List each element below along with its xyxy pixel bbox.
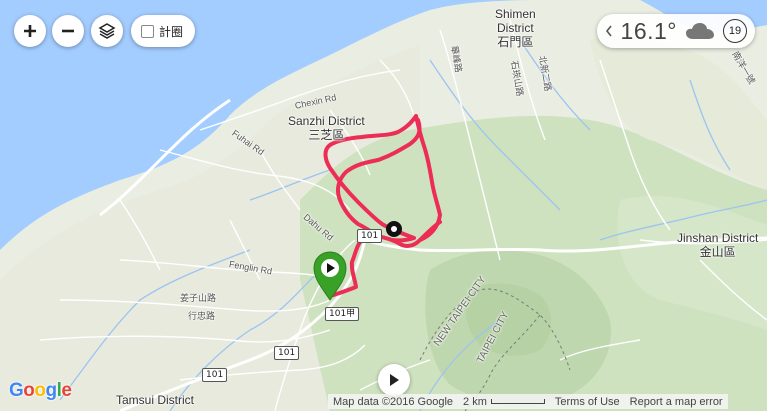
- place-label-shimen: Shimen District 石門區: [495, 7, 536, 49]
- wind-speed-indicator: 19: [723, 19, 747, 43]
- sanzhi-en-label: Sanzhi District: [288, 114, 365, 128]
- road-label-zh-5: 行忠路: [188, 312, 216, 322]
- lap-toggle-label: 計圈: [159, 24, 184, 39]
- sanzhi-zh-label: 三芝區: [308, 127, 345, 142]
- jinshan-en-label: Jinshan District: [677, 231, 759, 245]
- scale-bar[interactable]: 2 km: [458, 396, 550, 408]
- place-label-jinshan: Jinshan District 金山區: [677, 231, 759, 260]
- layers-icon: [98, 23, 116, 39]
- highway-shield-101a: 101甲: [325, 307, 360, 321]
- zoom-in-button[interactable]: [14, 15, 46, 47]
- layers-button[interactable]: [91, 15, 123, 47]
- lap-checkbox[interactable]: [141, 24, 154, 38]
- highway-shield-101-bottom: 101: [202, 368, 228, 382]
- shimen-en-label: Shimen: [495, 7, 536, 21]
- temperature-value: 16.1°: [620, 17, 677, 44]
- place-label-sanzhi: Sanzhi District 三芝區: [288, 114, 365, 143]
- google-logo[interactable]: Google: [9, 380, 72, 402]
- scale-line: [490, 399, 545, 404]
- attribution-bar: Map data ©2016 Google 2 km Terms of Use …: [328, 394, 728, 409]
- current-position-marker: [386, 221, 402, 237]
- wind-speed-value: 19: [728, 25, 742, 37]
- weather-widget: 16.1° 19: [596, 14, 755, 48]
- minus-icon: [62, 29, 74, 33]
- map-canvas[interactable]: [0, 0, 767, 411]
- map-view[interactable]: Shimen District 石門區 Sanzhi District 三芝區 …: [0, 0, 767, 411]
- highway-shield-101-lower: 101: [274, 346, 300, 360]
- jinshan-zh-label: 金山區: [699, 244, 736, 259]
- map-data-text: Map data ©2016 Google: [333, 395, 454, 408]
- highway-shield-101: 101: [357, 229, 383, 243]
- road-label-zh-4: 姜子山路: [180, 294, 217, 304]
- play-icon: [390, 374, 399, 386]
- report-error-link[interactable]: Report a map error: [625, 396, 728, 408]
- play-button[interactable]: [378, 364, 410, 396]
- lap-toggle[interactable]: 計圈: [131, 15, 196, 47]
- chevron-left-icon[interactable]: [605, 25, 613, 37]
- terms-link[interactable]: Terms of Use: [550, 396, 625, 408]
- shimen-zh-label: 石門區: [497, 34, 534, 49]
- shimen-en2-label: District: [497, 20, 534, 35]
- plus-icon: [24, 25, 36, 37]
- scale-label: 2 km: [463, 395, 487, 408]
- cloud-icon: [686, 23, 714, 39]
- zoom-out-button[interactable]: [52, 15, 84, 47]
- place-label-tamsui: Tamsui District: [116, 393, 195, 407]
